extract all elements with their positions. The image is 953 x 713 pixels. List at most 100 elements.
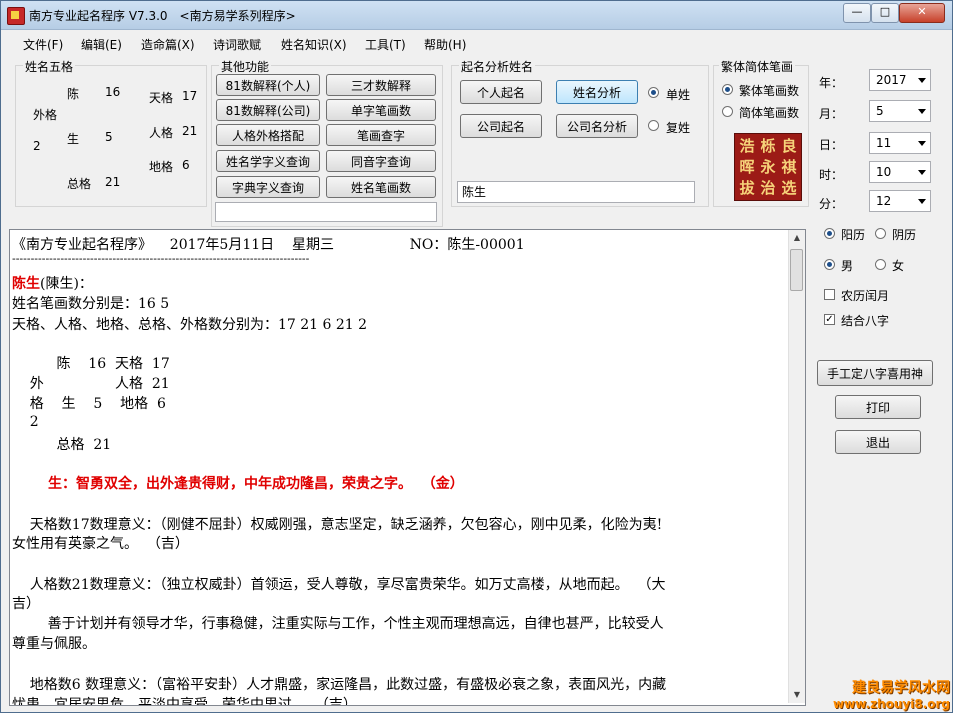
menu-edit[interactable]: 编辑(E): [81, 36, 122, 53]
vertical-scrollbar[interactable]: ▲ ▼: [788, 230, 805, 703]
single-surname-label: 单姓: [666, 88, 691, 102]
menu-destiny[interactable]: 造命篇(X): [141, 36, 195, 53]
leap-month-label: 农历闰月: [841, 289, 890, 303]
main-window: 南方专业起名程序 V7.3.0 <南方易学系列程序> — □ ✕ 文件(F) 编…: [0, 0, 953, 713]
report-divider: ----------------------------------------…: [12, 252, 310, 265]
81-company-button[interactable]: 81数解释(公司): [216, 99, 320, 121]
lunar-radio[interactable]: [875, 228, 886, 239]
homophone-button[interactable]: 同音字查询: [326, 150, 436, 172]
report-paragraph: 忧患，宜居安思危，平淡中享受，荣华中思过。 （吉）: [12, 697, 357, 706]
calligraphy-char: 永: [760, 158, 776, 176]
wuge-zongge-value: 21: [105, 175, 121, 189]
bazi-checkbox[interactable]: ✓: [824, 314, 835, 325]
chevron-down-icon: [918, 170, 926, 175]
calligraphy-char: 良: [781, 137, 797, 155]
male-radio[interactable]: [824, 259, 835, 270]
name-meaning-button[interactable]: 姓名学字义查询: [216, 150, 320, 172]
81-personal-button[interactable]: 81数解释(个人): [216, 74, 320, 96]
male-label: 男: [841, 259, 854, 273]
lunar-label: 阴历: [892, 228, 917, 242]
report-grid-line: 格 生 5 地格 6: [12, 396, 166, 412]
report-grid-line: 陈 16 天格 17: [12, 356, 170, 372]
simplified-strokes-radio[interactable]: [722, 106, 733, 117]
calligraphy-image[interactable]: 浩 栎 良 晖 永 祺 拔 治 选: [734, 133, 802, 201]
name-input[interactable]: 陈生: [457, 181, 695, 203]
dictionary-button[interactable]: 字典字义查询: [216, 176, 320, 198]
company-analysis-button[interactable]: 公司名分析: [556, 114, 638, 138]
month-select[interactable]: 5: [869, 100, 931, 122]
watermark-title: 建良易学风水网: [852, 680, 950, 696]
calligraphy-char: 拔: [739, 179, 755, 197]
month-value: 5: [876, 104, 884, 118]
name-strokes-button[interactable]: 姓名笔画数: [326, 176, 436, 198]
menu-poems[interactable]: 诗词歌赋: [213, 36, 261, 53]
wuge-waige-value: 2: [33, 139, 41, 153]
minimize-button[interactable]: —: [843, 3, 871, 23]
year-value: 2017: [876, 73, 907, 87]
name-analysis-button[interactable]: 姓名分析: [556, 80, 638, 104]
report-wuge-values: 天格、人格、地格、总格、外格数分别为：17 21 6 21 2: [12, 317, 368, 333]
leap-month-checkbox[interactable]: [824, 289, 835, 300]
report-paragraph: 尊重与佩服。: [12, 636, 96, 652]
print-button[interactable]: 打印: [835, 395, 921, 419]
bazi-label: 结合八字: [841, 314, 890, 328]
sancai-button[interactable]: 三才数解释: [326, 74, 436, 96]
double-surname-radio[interactable]: [648, 120, 659, 131]
single-surname-radio[interactable]: [648, 87, 659, 98]
wuge-tiange-value: 17: [182, 89, 198, 103]
chevron-down-icon: [918, 199, 926, 204]
year-select[interactable]: 2017: [869, 69, 931, 91]
exit-button[interactable]: 退出: [835, 430, 921, 454]
scrollbar-thumb[interactable]: [790, 249, 803, 291]
menu-bar: 文件(F) 编辑(E) 造命篇(X) 诗词歌赋 姓名知识(X) 工具(T) 帮助…: [1, 30, 952, 56]
scroll-up-icon[interactable]: ▲: [789, 230, 805, 246]
single-char-strokes-button[interactable]: 单字笔画数: [326, 99, 436, 121]
maximize-button[interactable]: □: [871, 3, 899, 23]
report-paragraph: 天格数17数理意义：（刚健不屈卦）权威刚强，意志坚定，缺乏涵养，欠包容心，刚中见…: [12, 517, 663, 533]
report-grid-line: 总格 21: [12, 437, 112, 453]
menu-file[interactable]: 文件(F): [23, 36, 63, 53]
report-strokes: 姓名笔画数分别是：16 5: [12, 296, 170, 312]
menu-tools[interactable]: 工具(T): [365, 36, 406, 53]
wuge-waige-label: 外格: [33, 108, 58, 122]
personal-naming-button[interactable]: 个人起名: [460, 80, 542, 104]
hour-select[interactable]: 10: [869, 161, 931, 183]
stroke-lookup-button[interactable]: 笔画查字: [326, 124, 436, 146]
female-radio[interactable]: [875, 259, 886, 270]
year-label: 年：: [819, 76, 844, 90]
manual-bazi-button[interactable]: 手工定八字喜用神: [817, 360, 933, 386]
chevron-down-icon: [918, 109, 926, 114]
other-input[interactable]: [215, 202, 437, 222]
wuge-renge-value: 21: [182, 124, 198, 138]
double-surname-label: 复姓: [666, 121, 691, 135]
solar-label: 阳历: [841, 228, 866, 242]
watermark-url: www.zhouyi8.org: [833, 697, 950, 711]
report-name: 陈生: [12, 276, 40, 292]
wuge-surname-strokes: 16: [105, 85, 121, 99]
calligraphy-char: 晖: [739, 158, 755, 176]
solar-radio[interactable]: [824, 228, 835, 239]
calligraphy-char: 浩: [739, 137, 755, 155]
hour-value: 10: [876, 165, 892, 179]
renge-waige-button[interactable]: 人格外格搭配: [216, 124, 320, 146]
menu-help[interactable]: 帮助(H): [424, 36, 466, 53]
wuge-dige-value: 6: [182, 158, 190, 172]
scroll-down-icon[interactable]: ▼: [789, 687, 805, 703]
traditional-strokes-radio[interactable]: [722, 84, 733, 95]
report-paragraph: 地格数6 数理意义：（富裕平安卦）人才鼎盛，家运隆昌，此数过盛，有盛极必衰之象，…: [12, 677, 667, 693]
other-functions-title: 其他功能: [219, 58, 272, 75]
report-paragraph: 善于计划并有领导才华，行事稳健，注重实际与工作，个性主观而理想高远，自律也甚严，…: [12, 616, 664, 632]
chevron-down-icon: [918, 141, 926, 146]
day-select[interactable]: 11: [869, 132, 931, 154]
result-text-area[interactable]: 《南方专业起名程序》 2017年5月11日 星期三 NO：陈生-00001 --…: [9, 229, 806, 706]
month-label: 月：: [819, 107, 844, 121]
wuge-given-name: 生: [67, 132, 80, 146]
company-naming-button[interactable]: 公司起名: [460, 114, 542, 138]
minute-select[interactable]: 12: [869, 190, 931, 212]
close-button[interactable]: ✕: [899, 3, 945, 23]
menu-name-knowledge[interactable]: 姓名知识(X): [281, 36, 347, 53]
traditional-strokes-label: 繁体笔画数: [739, 84, 800, 98]
calligraphy-char: 祺: [781, 158, 797, 176]
day-value: 11: [876, 136, 892, 150]
wuge-surname: 陈: [67, 87, 80, 101]
